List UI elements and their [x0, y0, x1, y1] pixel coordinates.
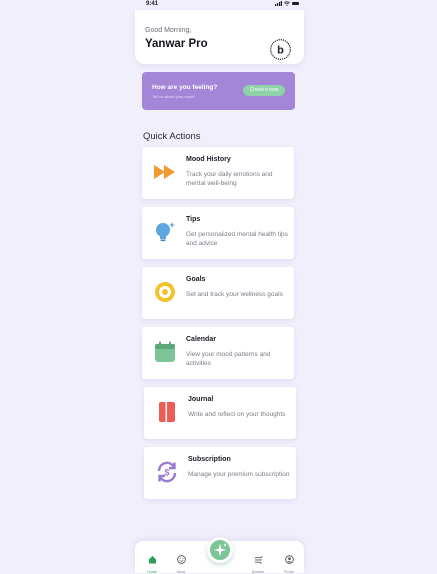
action-description: Track your daily emotions and mental wel… [186, 171, 273, 187]
nav-item-home[interactable]: Home [140, 551, 164, 574]
journal-icon [159, 402, 175, 422]
wifi-icon [284, 1, 290, 6]
nav-label: Mood [176, 570, 186, 574]
action-description: Set and track your wellness goals [186, 291, 283, 298]
sparkle-icon [213, 543, 227, 557]
mood-face-icon [176, 555, 186, 564]
target-icon [155, 282, 175, 302]
home-icon [148, 555, 156, 564]
user-name: Yanwar Pro [145, 38, 208, 50]
status-time: 9:41 [146, 1, 159, 7]
feeling-subtitle: Tell us about your mood [152, 94, 195, 99]
breathe-icon [254, 556, 263, 564]
battery-icon [292, 2, 299, 5]
action-title: Journal [188, 396, 214, 403]
nav-item-profile[interactable]: Profile [277, 551, 301, 574]
action-card-journal[interactable]: Journal Write and reflect on your though… [144, 387, 296, 439]
action-card-goals[interactable]: Goals Set and track your wellness goals [142, 267, 294, 319]
action-card-mood-history[interactable]: Mood History Track your daily emotions a… [142, 147, 294, 199]
feeling-card: How are you feeling? Tell us about your … [142, 72, 295, 110]
action-card-calendar[interactable]: Calendar View your mood patterns and act… [142, 327, 294, 379]
system-icons [275, 1, 299, 6]
nav-item-breathe[interactable]: Breathe [246, 551, 270, 574]
signal-icon [275, 1, 282, 6]
nav-item-mood[interactable]: Mood [169, 551, 193, 574]
action-title: Subscription [188, 456, 231, 463]
nav-label: Home [147, 570, 157, 574]
logo-letter: b [277, 45, 284, 57]
action-description: Manage your premium subscription [188, 471, 290, 478]
action-description: View your mood patterns and activities [186, 351, 271, 367]
subscription-cycle-icon: $ [157, 461, 177, 483]
feeling-title: How are you feeling? [152, 84, 218, 91]
action-title: Goals [186, 276, 206, 283]
action-description: Write and reflect on your thoughts [188, 411, 286, 418]
action-description: Get personalized mental health tips and … [186, 231, 288, 247]
nav-label: Profile [284, 570, 294, 574]
fast-forward-icon [154, 165, 175, 179]
action-card-tips[interactable]: Tips Get personalized mental health tips… [142, 207, 294, 259]
lightbulb-icon [156, 222, 175, 242]
quick-actions-title: Quick Actions [143, 131, 201, 142]
header-card: Good Morning, Yanwar Pro b [135, 10, 304, 64]
action-title: Mood History [186, 156, 231, 163]
svg-text:$: $ [164, 468, 169, 478]
action-title: Calendar [186, 336, 216, 343]
calendar-icon [155, 341, 175, 362]
brand-logo[interactable]: b [270, 39, 291, 60]
check-it-now-button[interactable]: Check it now [243, 85, 285, 96]
ai-assistant-fab[interactable] [207, 537, 233, 563]
status-bar: 9:41 [135, 0, 304, 10]
action-card-subscription[interactable]: $ Subscription Manage your premium subsc… [144, 447, 296, 499]
profile-icon [284, 555, 294, 564]
action-title: Tips [186, 216, 201, 223]
greeting-text: Good Morning, [145, 27, 192, 34]
phone-screen: 9:41 Good Morning, Yanwar Pro b How are … [135, 0, 304, 574]
nav-label: Breathe [251, 570, 265, 574]
